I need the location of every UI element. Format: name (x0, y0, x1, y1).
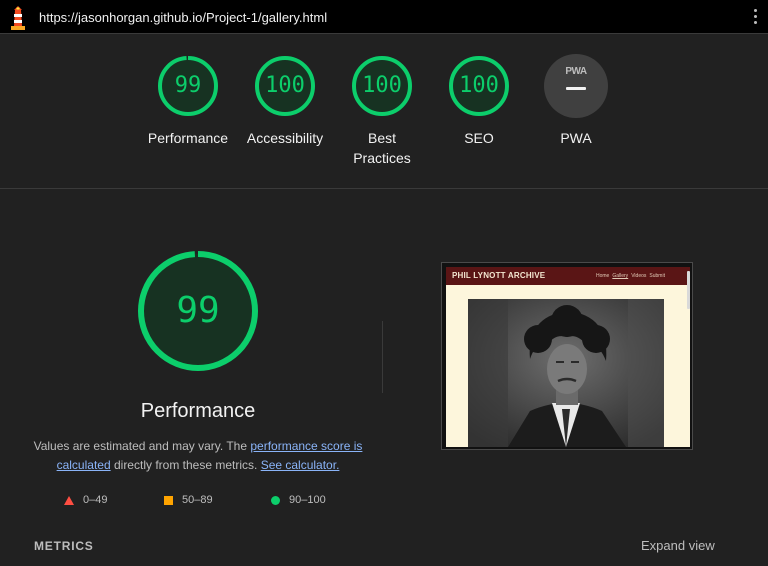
desc-text: directly from these metrics. (110, 458, 261, 472)
pwa-badge-icon: PWA (544, 54, 608, 118)
desc-text: Values are estimated and may vary. The (33, 439, 251, 453)
preview-nav-item: Gallery (612, 273, 629, 279)
preview-header: PHIL LYNOTT ARCHIVE Home Gallery Videos Sub… (446, 267, 690, 285)
divider (382, 321, 383, 393)
score-ring: 100 (447, 54, 511, 118)
calculator-link[interactable]: See calculator. (261, 458, 340, 472)
preview-nav-item: Home (596, 273, 610, 279)
gauge-seo[interactable]: 100 SEO (430, 54, 528, 148)
legend-range: 0–49 (83, 494, 108, 506)
portrait-photo (468, 299, 664, 447)
gauge-label: Best Practices (333, 128, 431, 168)
legend-pass: 90–100 (271, 494, 326, 506)
gauge-label: PWA (560, 130, 592, 146)
gauge-score: 99 (174, 73, 202, 98)
gauge-label: Performance (147, 130, 229, 146)
gauge-best-practices[interactable]: 100 Best Practices (333, 54, 431, 168)
circle-icon (271, 495, 280, 505)
preview-nav-item: Submit (649, 273, 665, 279)
performance-score-gauge: 99 (137, 250, 259, 372)
performance-title: Performance (140, 400, 256, 422)
metrics-heading: METRICS (34, 539, 94, 553)
page-url[interactable]: https://jasonhorgan.github.io/Project-1/… (39, 10, 327, 25)
gauge-label-line2: Practices (353, 150, 411, 166)
performance-score: 99 (176, 290, 220, 331)
preview-site-title: PHIL LYNOTT ARCHIVE (452, 271, 546, 280)
legend-range: 90–100 (289, 494, 326, 506)
triangle-icon (64, 495, 74, 505)
gauge-accessibility[interactable]: 100 Accessibility (236, 54, 334, 148)
gauge-pwa[interactable]: PWA PWA (527, 54, 625, 148)
score-ring: 100 (253, 54, 317, 118)
kebab-menu-icon[interactable] (750, 9, 760, 27)
preview-nav-item: Videos (631, 273, 647, 279)
preview-nav: Home Gallery Videos Submit (596, 273, 668, 279)
preview-scrollbar (687, 271, 690, 309)
expand-view-button[interactable]: Expand view (641, 538, 715, 553)
final-screenshot[interactable]: PHIL LYNOTT ARCHIVE Home Gallery Videos Sub… (441, 262, 693, 450)
legend-fail: 0–49 (64, 494, 107, 506)
category-gauges: 99 Performance 100 Accessibility 100 Bes… (0, 34, 768, 189)
pwa-badge-text: PWA (565, 66, 587, 77)
gauge-score: 100 (459, 73, 499, 98)
lighthouse-icon (11, 6, 25, 30)
gauge-score: 100 (265, 73, 305, 98)
legend-range: 50–89 (182, 494, 213, 506)
score-ring: 100 (350, 54, 414, 118)
gauge-label: Accessibility (246, 130, 324, 146)
gauge-performance[interactable]: 99 Performance (139, 54, 237, 148)
performance-description: Values are estimated and may vary. The p… (28, 437, 368, 475)
gauge-label-line1: Best (367, 130, 396, 146)
gauge-label: SEO (464, 130, 494, 146)
legend-average: 50–89 (164, 494, 213, 506)
pwa-dash-icon (566, 87, 586, 90)
score-ring: 99 (156, 54, 220, 118)
report-top-bar: https://jasonhorgan.github.io/Project-1/… (0, 0, 768, 34)
gauge-score: 100 (362, 73, 402, 98)
square-icon (164, 495, 173, 505)
screenshot-page: PHIL LYNOTT ARCHIVE Home Gallery Videos Sub… (446, 267, 690, 447)
